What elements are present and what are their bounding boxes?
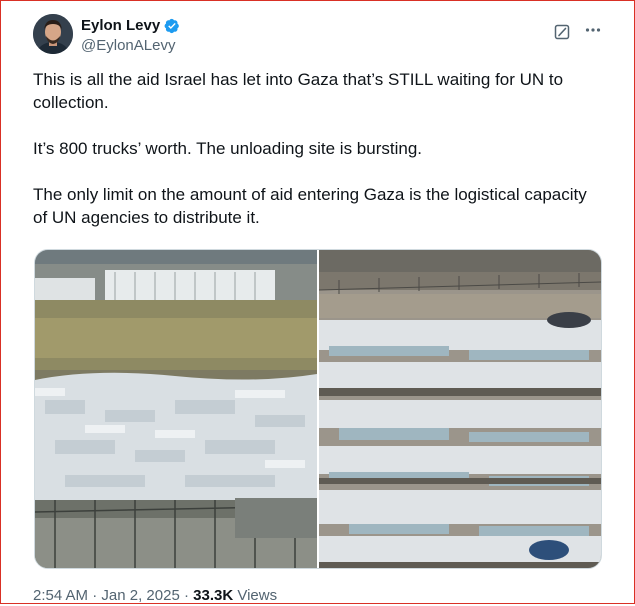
- author-name[interactable]: Eylon Levy: [81, 16, 160, 36]
- tweet-paragraph: It’s 800 trucks’ worth. The unloading si…: [33, 139, 422, 158]
- author-handle[interactable]: @EylonALevy: [81, 36, 175, 56]
- aid-site-photo-right: [319, 250, 601, 568]
- views-label: Views: [237, 587, 278, 604]
- tweet-time[interactable]: 2:54 AM: [33, 587, 88, 604]
- media-photo-right[interactable]: [319, 250, 601, 568]
- media-photo-left[interactable]: [35, 250, 317, 568]
- tweet-header: Eylon Levy @EylonALevy: [33, 14, 603, 62]
- tweet-meta: 2:54 AM · Jan 2, 2025 · 33.3K Views: [33, 586, 277, 606]
- meta-separator: ·: [88, 587, 102, 604]
- avatar[interactable]: [33, 14, 73, 54]
- more-icon: [585, 28, 601, 32]
- views-count: 33.3K: [193, 587, 234, 604]
- tweet-paragraph: The only limit on the amount of aid ente…: [33, 185, 587, 227]
- more-options-button[interactable]: [581, 18, 605, 42]
- avatar-image: [33, 14, 73, 54]
- verified-badge-icon: [164, 18, 179, 34]
- tweet-paragraph: This is all the aid Israel has let into …: [33, 70, 564, 112]
- meta-separator: ·: [179, 587, 194, 604]
- aid-site-photo-left: [35, 250, 317, 568]
- tweet-date[interactable]: Jan 2, 2025: [101, 587, 179, 604]
- tweet-text: This is all the aid Israel has let into …: [33, 68, 603, 229]
- tweet-media[interactable]: [34, 249, 602, 569]
- grok-icon[interactable]: [554, 24, 570, 40]
